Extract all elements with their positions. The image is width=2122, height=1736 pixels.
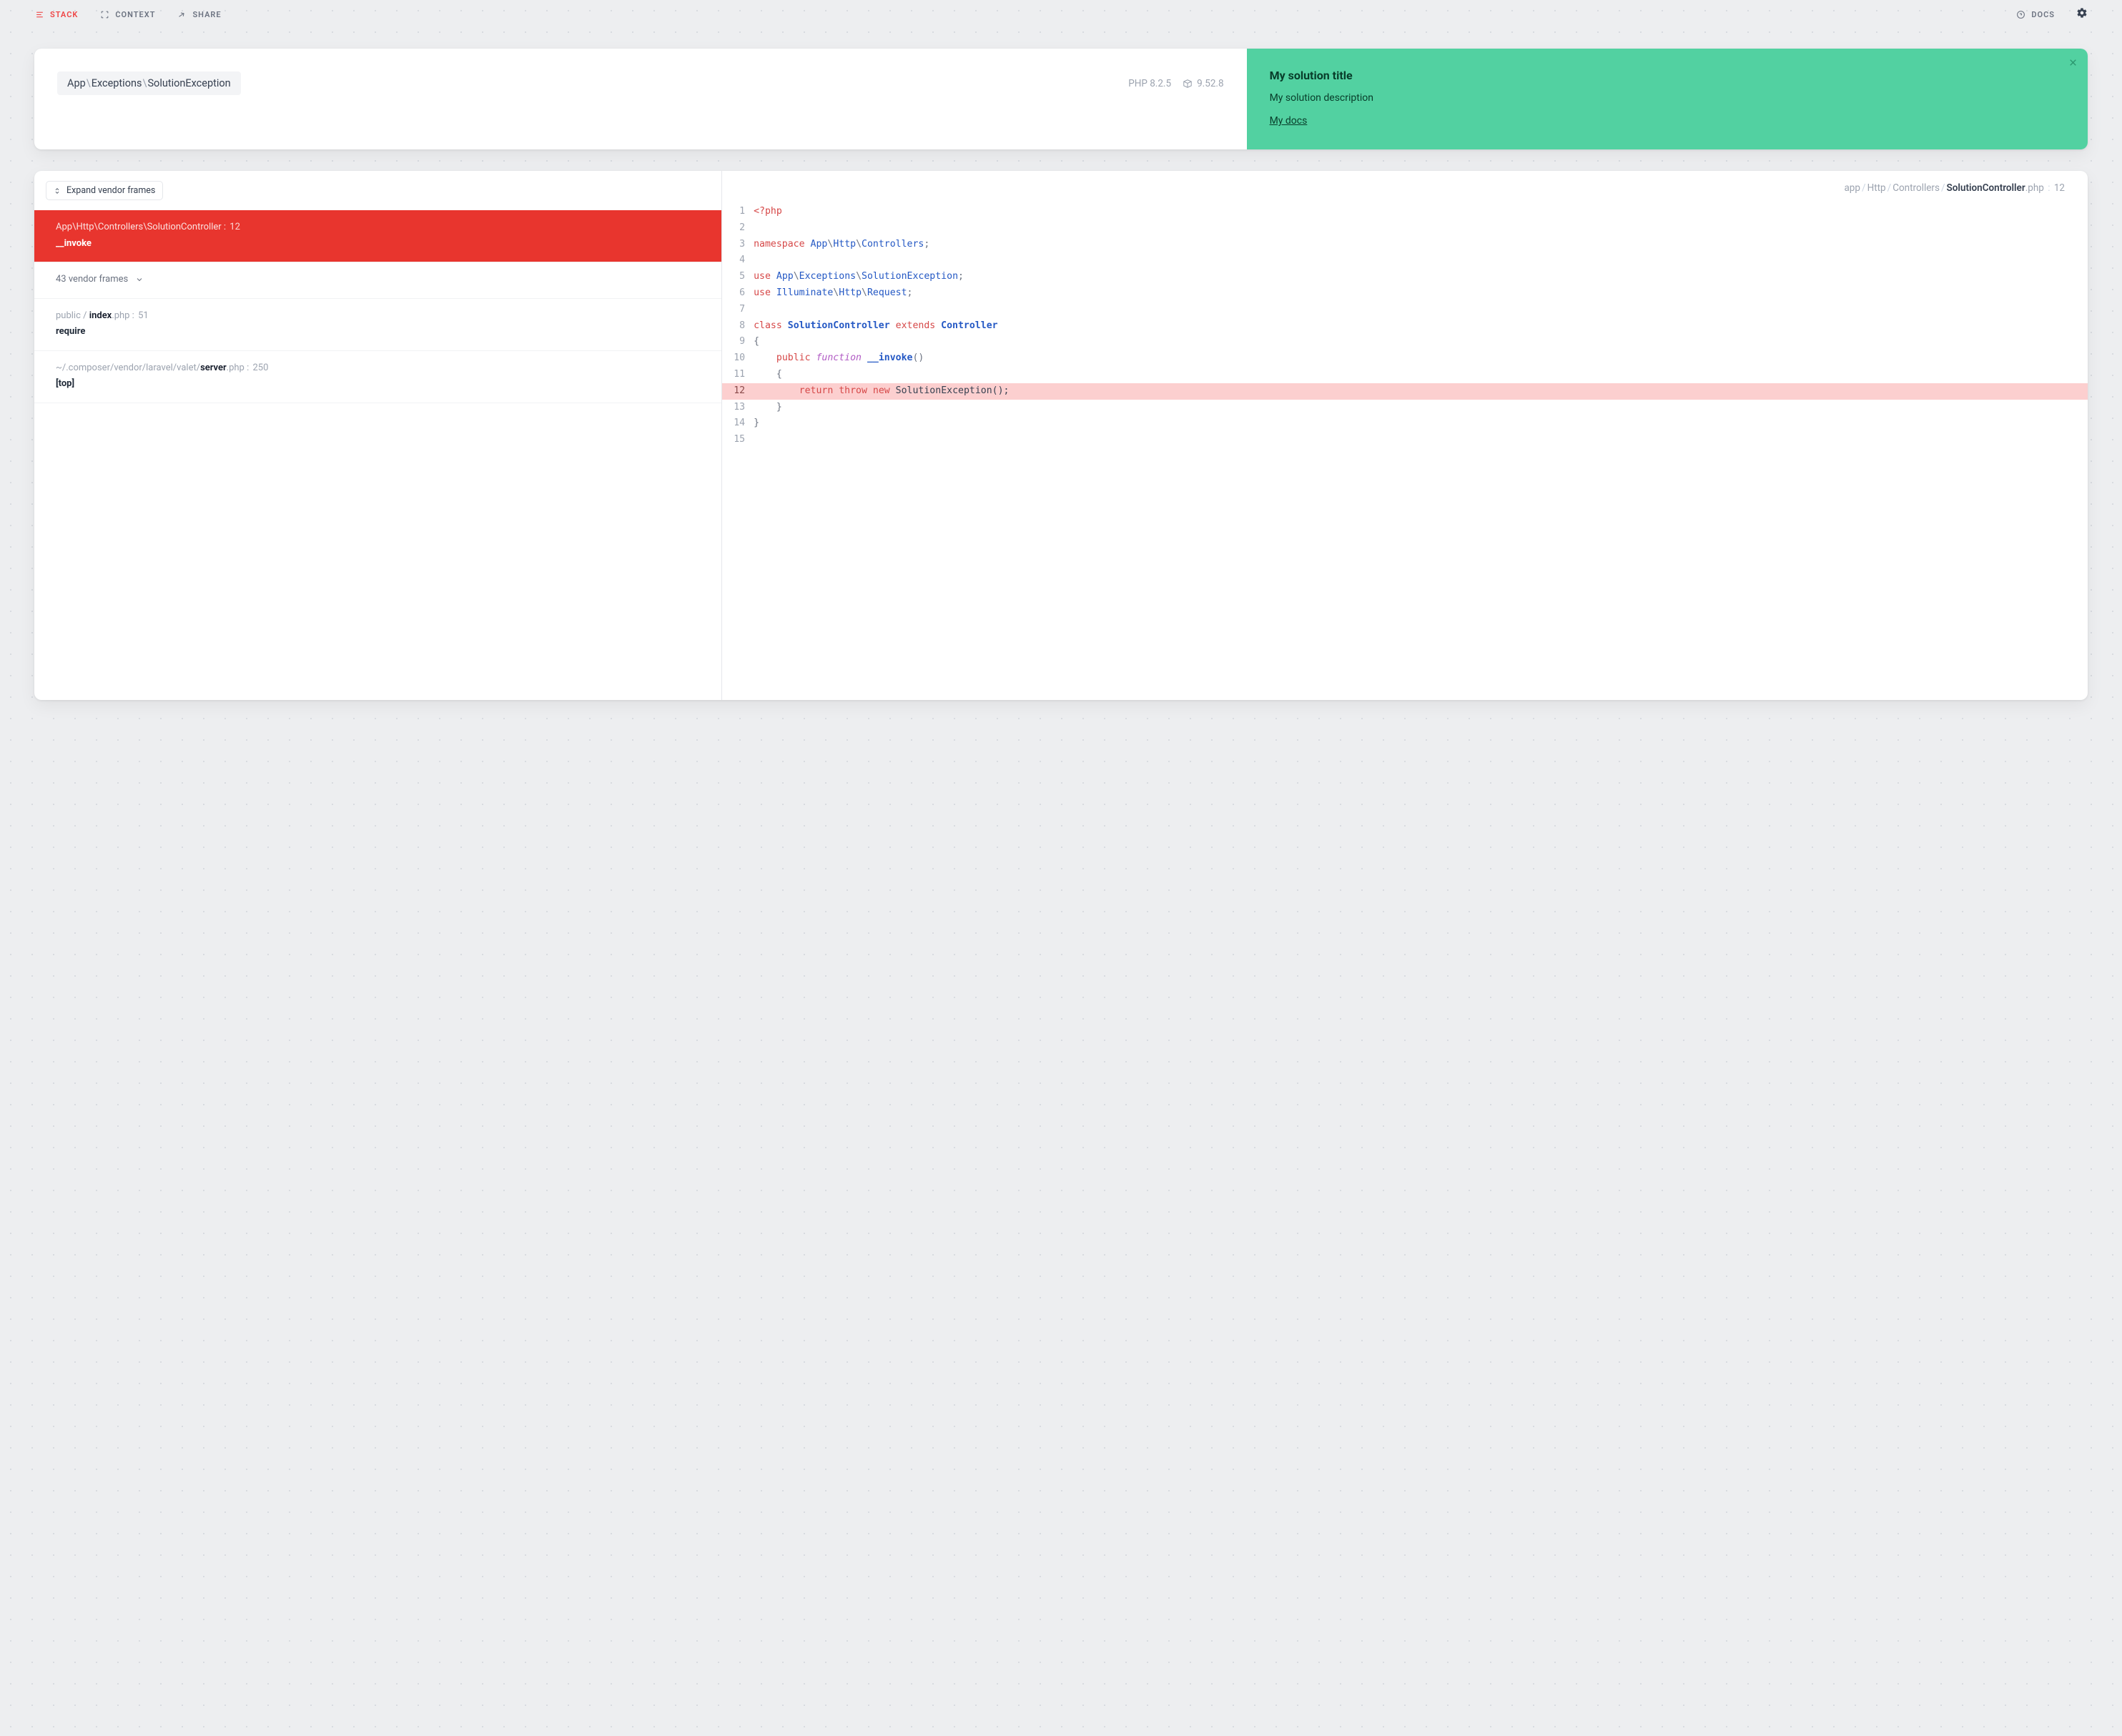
code-line-highlighted: 12 return throw new SolutionException(); [722,383,2088,400]
frames-column: Expand vendor frames App\Http\Controller… [34,171,722,700]
ns-sep: \ [142,77,147,89]
vendor-collapsed[interactable]: 43 vendor frames [34,262,721,299]
laravel-icon [1183,79,1193,89]
expand-vendor-label: Expand vendor frames [66,185,155,196]
framework-version: 9.52.8 [1183,78,1223,89]
ns-part: Exceptions [92,77,142,89]
code-column: app/Http/Controllers/SolutionController.… [722,171,2088,700]
exception-class[interactable]: App\Exceptions\SolutionException [57,71,241,95]
code-line: 15 [722,432,2088,448]
frame-fn: __invoke [56,237,700,251]
frame-path: App\Http\Controllers\SolutionController … [56,220,700,235]
code-line: 9{ [722,334,2088,350]
frame-path: ~/.composer/vendor/laravel/valet/server.… [56,361,700,375]
frame-selected[interactable]: App\Http\Controllers\SolutionController … [34,210,721,262]
close-icon[interactable] [2068,57,2078,70]
ns-part: App [67,77,86,89]
exception-card: App\Exceptions\SolutionException PHP 8.2… [34,49,2088,149]
nav-share[interactable]: SHARE [177,9,221,19]
vendor-collapsed-label: 43 vendor frames [56,272,128,287]
code-line: 7 [722,302,2088,318]
exception-row: App\Exceptions\SolutionException PHP 8.2… [57,71,1224,95]
exception-summary: App\Exceptions\SolutionException PHP 8.2… [34,49,1247,149]
solution-description: My solution description [1270,92,2065,104]
code-line: 5use App\Exceptions\SolutionException; [722,269,2088,285]
context-icon [99,9,109,19]
docs-icon [2015,9,2025,19]
solution-title: My solution title [1270,69,2065,82]
code-line: 4 [722,252,2088,269]
frame-path: public / index.php : 51 [56,309,700,323]
nav-context-label: CONTEXT [115,10,155,19]
share-icon [177,9,187,19]
settings-button[interactable] [2076,7,2088,21]
php-version: PHP 8.2.5 [1128,78,1171,89]
nav-share-label: SHARE [192,10,221,19]
frame-item[interactable]: public / index.php : 51 require [34,299,721,351]
code-line: 1<?php [722,204,2088,220]
stack-card: Expand vendor frames App\Http\Controller… [34,171,2088,700]
file-breadcrumb: app/Http/Controllers/SolutionController.… [722,171,2088,199]
expand-icon [54,187,61,195]
code-line: 13 } [722,400,2088,416]
stack-icon [34,9,44,19]
code-line: 14} [722,415,2088,432]
nav-docs[interactable]: DOCS [2015,9,2055,19]
ns-part: SolutionException [147,77,230,89]
code-line: 10 public function __invoke() [722,350,2088,367]
code-view: 1<?php 2 3namespace App\Http\Controllers… [722,199,2088,448]
code-line: 6use Illuminate\Http\Request; [722,285,2088,302]
solution-panel: My solution title My solution descriptio… [1247,49,2088,149]
frame-item[interactable]: ~/.composer/vendor/laravel/valet/server.… [34,351,721,403]
chevron-down-icon [135,275,144,284]
code-line: 2 [722,220,2088,237]
frame-fn: require [56,325,700,339]
top-nav-left: STACK CONTEXT SHARE [34,9,222,19]
nav-stack-label: STACK [50,10,78,19]
frame-fn: [top] [56,377,700,391]
ns-sep: \ [87,77,91,89]
framework-version-text: 9.52.8 [1197,78,1223,89]
nav-stack[interactable]: STACK [34,9,78,19]
nav-docs-label: DOCS [2031,10,2055,19]
top-nav: STACK CONTEXT SHARE DOCS [0,0,2122,29]
code-line: 8class SolutionController extends Contro… [722,318,2088,335]
code-line: 11 { [722,367,2088,383]
top-nav-right: DOCS [2015,7,2088,21]
nav-context[interactable]: CONTEXT [99,9,155,19]
solution-link[interactable]: My docs [1270,115,1308,127]
expand-vendor-button[interactable]: Expand vendor frames [46,181,163,200]
code-line: 3namespace App\Http\Controllers; [722,237,2088,253]
versions: PHP 8.2.5 9.52.8 [1128,78,1223,89]
